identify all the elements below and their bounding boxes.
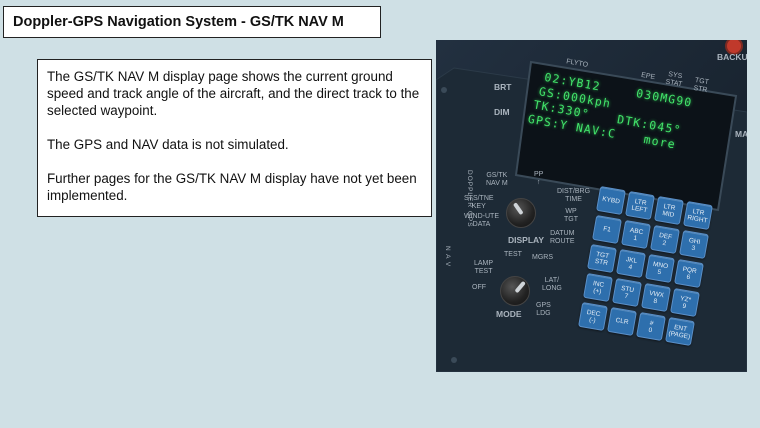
page-title: Doppler-GPS Navigation System - GS/TK NA… xyxy=(13,14,344,30)
nav-vertical-label: N A V xyxy=(444,246,451,268)
dim-label[interactable]: DIM xyxy=(494,108,510,117)
mode-pos-lamp-test: LAMP TEST xyxy=(474,260,494,275)
key-ltr-mid-button[interactable]: LTR MID xyxy=(654,195,684,226)
key-kybd-button[interactable]: KYBD xyxy=(596,185,626,216)
sys-stat-label: SYS STAT xyxy=(664,70,683,89)
ma-label: MA xyxy=(735,129,747,139)
key-ltr-left-button[interactable]: LTR LEFT xyxy=(625,190,655,221)
description-paragraph: Further pages for the GS/TK NAV M displa… xyxy=(47,171,417,203)
mode-pos-off: OFF xyxy=(472,284,486,291)
display-pos-wp-tgt: WP TGT xyxy=(564,208,578,223)
key-vwx-8-button[interactable]: VWX 8 xyxy=(640,282,671,313)
key-f1-button[interactable]: F1 xyxy=(591,214,622,245)
description-paragraph: The GPS and NAV data is not simulated. xyxy=(47,137,289,152)
description-paragraph: The GS/TK NAV M display page shows the c… xyxy=(47,69,420,118)
mode-selector-knob[interactable] xyxy=(500,276,530,306)
display-pos-gs-tk: GS/TK NAV M xyxy=(486,172,508,187)
key-abc-1-button[interactable]: ABC 1 xyxy=(620,219,651,250)
display-pos-datum: DATUM ROUTE xyxy=(550,230,575,245)
brt-label[interactable]: BRT xyxy=(494,83,511,92)
display-pos-pp: PP ↑ xyxy=(534,171,544,186)
key-stu-7-button[interactable]: STU 7 xyxy=(611,277,642,308)
mode-pos-test: TEST xyxy=(504,251,522,258)
display-pos-wind: WIND-UTE DATA xyxy=(464,213,499,228)
mode-title: MODE xyxy=(496,309,522,319)
key-pqr-6-button[interactable]: PQR 6 xyxy=(674,258,704,289)
key-ltr-right-button[interactable]: LTR RIGHT xyxy=(683,200,713,231)
backup-label: BACKUP xyxy=(717,52,747,62)
tgt-str-label: TGT STR xyxy=(692,76,710,95)
mode-pos-gps-ldg: GPS LDG xyxy=(536,302,551,317)
description-box: The GS/TK NAV M display page shows the c… xyxy=(37,59,432,217)
key-jkl-4-button[interactable]: JKL 4 xyxy=(616,248,646,279)
key-clr-button[interactable]: CLR xyxy=(607,306,637,337)
mode-pos-mgrs: MGRS xyxy=(532,254,553,261)
key-inc-button[interactable]: INC (+) xyxy=(582,272,613,303)
title-box: Doppler-GPS Navigation System - GS/TK NA… xyxy=(3,6,381,38)
doppler-gps-panel: FLYTO EPE SYS STAT TGT STR BACKUP BRT DI… xyxy=(436,40,747,372)
key-dec-button[interactable]: DEC (-) xyxy=(578,301,608,332)
key-mno-5-button[interactable]: MNO 5 xyxy=(645,253,675,284)
mode-pos-lat-long: LAT/ LONG xyxy=(542,277,562,292)
display-title: DISPLAY xyxy=(508,235,545,245)
key-def-2-button[interactable]: DEF 2 xyxy=(649,224,680,255)
lcd-line2-right xyxy=(686,110,689,124)
key-yz-9-button[interactable]: YZ* 9 xyxy=(669,287,700,318)
key-ent-page-button[interactable]: ENT (PAGE) xyxy=(665,316,695,347)
display-pos-dist-brg: DIST/BRG TIME xyxy=(557,188,591,203)
key-ghi-3-button[interactable]: GHI 3 xyxy=(678,229,709,260)
key-tgt-str-button[interactable]: TGT STR xyxy=(587,243,617,274)
display-pos-sts: STS/TNE KEY xyxy=(464,195,494,210)
display-selector-knob[interactable] xyxy=(506,198,536,228)
key-zero-button[interactable]: # 0 xyxy=(636,311,666,342)
